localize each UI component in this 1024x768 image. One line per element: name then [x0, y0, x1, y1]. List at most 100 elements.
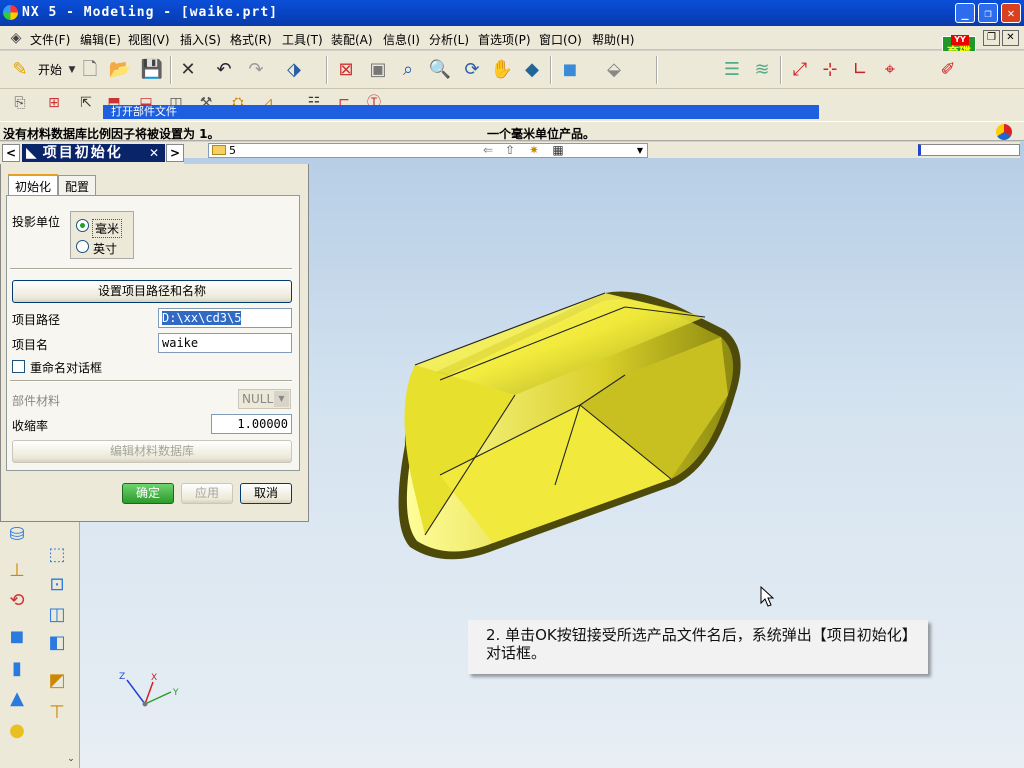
sphere-icon[interactable]: ●	[6, 720, 28, 742]
edit-material-db-button[interactable]: 编辑材料数据库	[12, 440, 292, 463]
cancel-button[interactable]: 取消	[240, 483, 292, 504]
unit-inch-radio[interactable]	[76, 240, 89, 253]
extrude-icon[interactable]: ⊥	[6, 560, 28, 582]
cylinder-icon[interactable]: ⛁	[6, 524, 28, 546]
feature-toolbar: ⛁ ⬚ ⊥ ⊡ ⟲ ◫ ◼ ◧ ▮ ◩ ▲ ⊤ ● ⌄	[0, 522, 80, 768]
tab-initialize[interactable]: 初始化	[8, 174, 59, 196]
wcs-icon[interactable]: ∟	[848, 58, 872, 82]
rename-dialog-checkbox[interactable]	[12, 360, 25, 373]
wcs-dynamic-icon[interactable]: ⇱	[76, 93, 96, 113]
unit-inch-label: 英寸	[93, 242, 118, 256]
more-icon[interactable]: ⌄	[60, 748, 82, 768]
zoom-window-icon[interactable]: ▣	[366, 58, 390, 82]
csys-icon[interactable]: ⊹	[818, 58, 842, 82]
back-arrow-icon[interactable]: ⇐	[478, 140, 498, 160]
selection-icon[interactable]: ⬗	[282, 58, 306, 82]
view-menu-icon[interactable]: ▦	[548, 140, 568, 160]
shrinkage-input[interactable]: 1.00000	[211, 414, 292, 434]
menu-format[interactable]: 格式(R)	[230, 31, 272, 48]
zoom-region-icon[interactable]: ⌕	[396, 58, 420, 82]
boss-icon[interactable]: ◫	[46, 604, 68, 626]
undo-icon[interactable]: ↶	[212, 58, 236, 82]
project-name-input[interactable]: waike	[158, 333, 292, 353]
app-menu-icon[interactable]: ◈	[6, 28, 26, 48]
toolbar-separator	[780, 56, 782, 84]
doc-restore-button[interactable]: ❐	[983, 30, 1000, 46]
start-button[interactable]: 开始	[38, 61, 62, 78]
pan-icon[interactable]: ✋	[490, 58, 514, 82]
folder-select[interactable]: 5 ▼	[208, 143, 648, 158]
menu-assembly[interactable]: 装配(A)	[331, 31, 373, 48]
view-orient-icon[interactable]: ⬙	[602, 58, 626, 82]
pocket-icon[interactable]: ◧	[46, 632, 68, 654]
menu-tools[interactable]: 工具(T)	[282, 31, 323, 48]
menu-window[interactable]: 窗口(O)	[539, 31, 582, 48]
unit-mm-radio[interactable]	[76, 219, 89, 232]
fit-icon[interactable]: ⊠	[334, 58, 358, 82]
wcs-origin-icon[interactable]: ⌖	[878, 58, 902, 82]
revolve-icon[interactable]: ⟲	[6, 590, 28, 612]
slot-icon[interactable]: ⊤	[46, 702, 68, 724]
menu-file[interactable]: 文件(F)	[30, 31, 70, 48]
apply-button[interactable]: 应用	[181, 483, 233, 504]
up-folder-icon[interactable]: ⇧	[500, 140, 520, 160]
open-part-progress: 打开部件文件	[103, 105, 819, 119]
restore-button[interactable]: ❐	[978, 3, 998, 23]
tab-configure[interactable]: 配置	[58, 175, 97, 195]
slider[interactable]	[918, 144, 1020, 156]
toolbar-separator	[170, 56, 172, 84]
toolbar-separator	[326, 56, 328, 84]
new-folder-icon[interactable]: ✷	[524, 140, 544, 160]
move-layer-icon[interactable]: ≋	[750, 58, 774, 82]
shell-part-model[interactable]	[385, 285, 745, 570]
menu-edit[interactable]: 编辑(E)	[80, 31, 121, 48]
dialog-next-button[interactable]: >	[166, 144, 184, 162]
save-icon[interactable]: 💾	[140, 58, 164, 82]
datum-icon[interactable]: ⤢	[788, 58, 812, 82]
delete-icon[interactable]: ✕	[176, 58, 200, 82]
layer-settings-icon[interactable]: ☰	[720, 58, 744, 82]
part-material-select[interactable]: NULL ▼	[238, 389, 291, 409]
menu-preferences[interactable]: 首选项(P)	[478, 31, 531, 48]
menu-info[interactable]: 信息(I)	[383, 31, 420, 48]
dialog-title: ◣ 项目初始化	[22, 144, 165, 162]
block-icon[interactable]: ⬚	[46, 544, 68, 566]
dialog-prev-button[interactable]: <	[2, 144, 20, 162]
assembly-icon[interactable]: ⊞	[44, 93, 64, 113]
menu-help[interactable]: 帮助(H)	[592, 31, 634, 48]
x-axis-label: X	[151, 673, 157, 683]
divider	[10, 380, 292, 382]
minimize-button[interactable]: _	[955, 3, 975, 23]
measure-icon[interactable]: ✐	[936, 58, 960, 82]
open-folder-icon[interactable]: 📂	[108, 58, 132, 82]
cone-icon[interactable]: ▲	[6, 688, 28, 710]
zoom-icon[interactable]: 🔍	[428, 58, 452, 82]
redo-icon[interactable]: ↷	[244, 58, 268, 82]
menu-insert[interactable]: 插入(S)	[180, 31, 221, 48]
cylinder-solid-icon[interactable]: ▮	[6, 658, 28, 680]
close-button[interactable]: ✕	[1001, 3, 1021, 23]
hole-icon[interactable]: ⊡	[46, 574, 68, 596]
nx-app-icon	[3, 5, 18, 20]
set-project-path-button[interactable]: 设置项目路径和名称	[12, 280, 292, 303]
dialog-close-icon[interactable]: ✕	[145, 144, 163, 162]
dialog-title-text: 项目初始化	[42, 145, 123, 161]
part-nav-icon[interactable]: ⎘	[10, 93, 30, 113]
doc-close-button[interactable]: ✕	[1002, 30, 1019, 46]
menu-analysis[interactable]: 分析(L)	[429, 31, 469, 48]
new-file-icon[interactable]: 🗋	[78, 58, 102, 82]
ok-button[interactable]: 确定	[122, 483, 174, 504]
title-bar: NX 5 - Modeling - [waike.prt] _ ❐ ✕	[0, 0, 1024, 26]
menu-view[interactable]: 视图(V)	[128, 31, 170, 48]
shaded-view-icon[interactable]: ◼	[558, 58, 582, 82]
caption-text: 2. 单击OK按钮接受所选产品文件名后，系统弹出【项目初始化】对话框。	[486, 626, 917, 662]
color-palette-icon[interactable]	[996, 124, 1012, 140]
progress-text: 打开部件文件	[111, 105, 177, 118]
rotate-icon[interactable]: ⟳	[460, 58, 484, 82]
project-path-input[interactable]: D:\xx\cd3\5	[158, 308, 292, 328]
perspective-icon[interactable]: ◆	[520, 58, 544, 82]
start-icon[interactable]: ✎	[8, 58, 32, 82]
cube-icon[interactable]: ◼	[6, 626, 28, 648]
pad-icon[interactable]: ◩	[46, 670, 68, 692]
part-material-label: 部件材料	[12, 394, 61, 408]
